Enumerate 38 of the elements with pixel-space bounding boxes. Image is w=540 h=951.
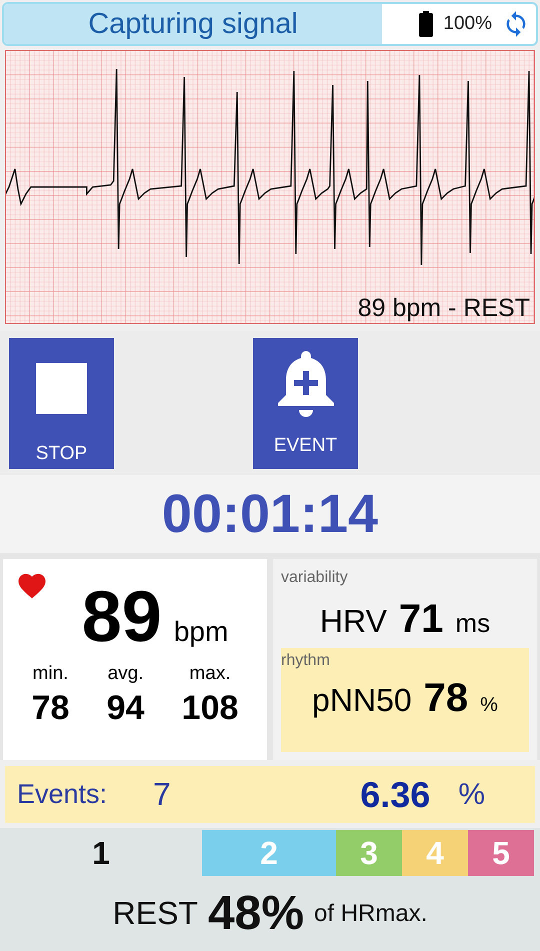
hrmax-percent: 48% bbox=[208, 886, 304, 941]
heart-rate-value: 89 bbox=[82, 581, 162, 653]
stop-icon bbox=[36, 363, 87, 414]
bell-plus-icon bbox=[278, 351, 334, 417]
hrv-label: HRV bbox=[320, 603, 387, 640]
events-percent-unit: % bbox=[458, 778, 485, 812]
stat-value: 78 bbox=[32, 689, 70, 728]
events-count: 7 bbox=[153, 776, 171, 813]
stat-label: avg. bbox=[108, 663, 144, 685]
hrv-value: 71 bbox=[398, 597, 444, 642]
stat-label: max. bbox=[189, 663, 231, 685]
stat-value: 108 bbox=[182, 689, 238, 728]
hrmax-caption: of HRmax. bbox=[314, 900, 428, 928]
zone-number: 4 bbox=[402, 830, 468, 876]
zone-number: 2 bbox=[202, 830, 336, 876]
battery-icon bbox=[419, 11, 434, 37]
zone-name: REST bbox=[112, 895, 198, 932]
pnn50-value: 78 bbox=[424, 676, 468, 721]
event-button[interactable]: EVENT bbox=[253, 338, 358, 469]
rhythm-heading: rhythm bbox=[281, 652, 331, 670]
stop-button[interactable]: STOP bbox=[9, 338, 114, 469]
pnn50-unit: % bbox=[480, 694, 498, 717]
elapsed-timer: 00:01:14 bbox=[162, 483, 378, 545]
stat-label: min. bbox=[32, 663, 68, 685]
zone-number: 5 bbox=[468, 830, 534, 876]
heart-rate-unit: bpm bbox=[174, 616, 228, 648]
events-label: Events: bbox=[17, 779, 108, 810]
heart-icon bbox=[17, 572, 47, 599]
zone-number: 3 bbox=[336, 830, 402, 876]
screen-title: Capturing signal bbox=[88, 8, 298, 40]
events-percent: 6.36 bbox=[360, 774, 430, 816]
stat-value: 94 bbox=[106, 689, 144, 728]
heart-rate-reading: 89 bpm - REST bbox=[358, 294, 530, 323]
hrv-unit: ms bbox=[455, 608, 490, 639]
pnn50-label: pNN50 bbox=[312, 682, 412, 719]
variability-heading: variability bbox=[281, 569, 349, 587]
battery-level: 100% bbox=[443, 13, 492, 35]
zone-number: 1 bbox=[91, 834, 111, 872]
